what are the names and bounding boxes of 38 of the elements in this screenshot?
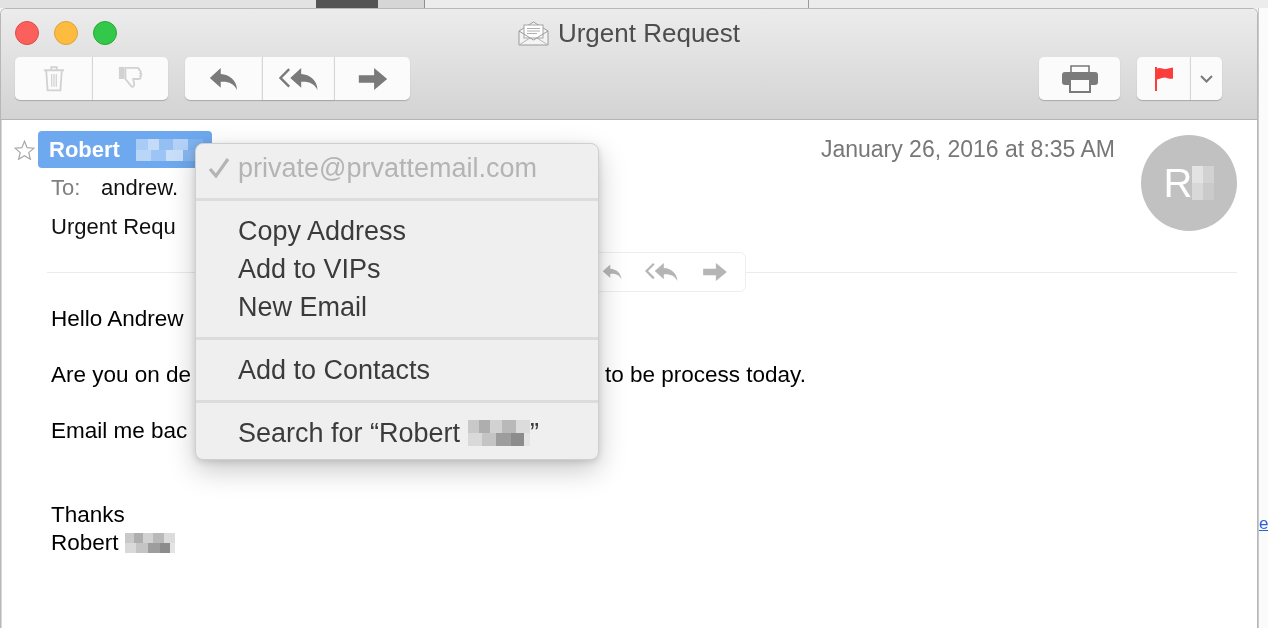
forward-icon[interactable]	[701, 262, 729, 282]
signature-name: Robert	[51, 529, 119, 557]
closing-text: Thanks	[51, 502, 125, 527]
reply-button[interactable]	[185, 57, 262, 100]
forward-button[interactable]	[334, 57, 410, 100]
chevron-down-icon	[1200, 74, 1213, 83]
menu-item[interactable]: Add to Contacts	[196, 351, 598, 389]
zoom-button[interactable]	[93, 21, 117, 45]
flag-icon	[1154, 66, 1173, 91]
envelope-icon	[517, 20, 549, 46]
to-label: To:	[51, 174, 82, 202]
print-button[interactable]	[1039, 57, 1120, 100]
star-icon[interactable]	[14, 139, 35, 160]
reply-all-icon	[277, 66, 320, 91]
date-text: January 26, 2016 at 8:35 AM	[820, 135, 1115, 164]
trash-icon	[42, 65, 65, 92]
window-title: Urgent Request	[557, 17, 741, 49]
reply-icon	[207, 66, 240, 91]
close-button[interactable]	[15, 21, 39, 45]
flag-menu-button[interactable]	[1190, 57, 1222, 100]
body-text: Hello Andrew	[51, 305, 184, 333]
reply-icon[interactable]	[602, 263, 623, 281]
body-text: to be process today.	[605, 361, 806, 389]
minimize-button[interactable]	[54, 21, 78, 45]
menu-item[interactable]: Search for “Robert ”	[196, 414, 598, 452]
menu-item[interactable]: New Email	[196, 288, 598, 326]
body-text: Email me bac	[51, 417, 188, 445]
subject-text: Urgent Requ	[51, 214, 176, 239]
menu-item[interactable]: Copy Address	[196, 212, 598, 250]
recipient-address[interactable]: andrew.	[101, 173, 179, 203]
reply-all-button[interactable]	[262, 57, 334, 100]
printer-icon	[1061, 64, 1098, 93]
flag-button[interactable]	[1137, 57, 1190, 100]
menu-item[interactable]: Add to VIPs	[196, 250, 598, 288]
forward-icon	[356, 66, 389, 91]
body-text: Are you on de	[51, 361, 193, 389]
avatar-initial: R	[1163, 160, 1193, 206]
link-text[interactable]: e	[1259, 513, 1268, 535]
